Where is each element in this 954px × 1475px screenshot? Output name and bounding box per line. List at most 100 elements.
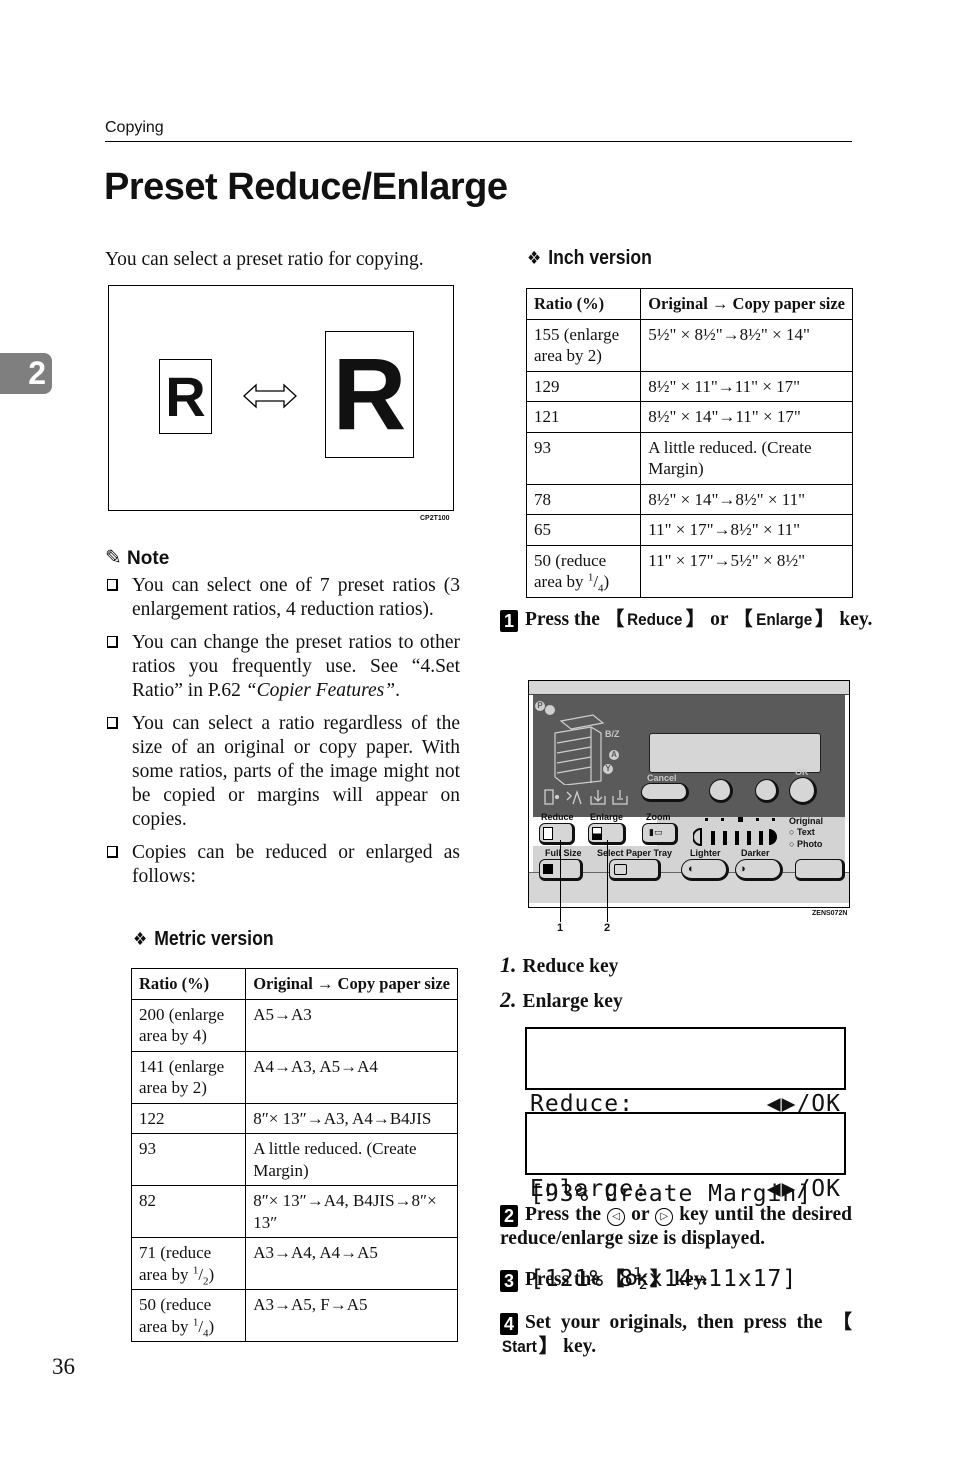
checkbox-bullet-icon: [107, 717, 118, 729]
tray-label-a: A: [609, 750, 619, 760]
column-header-size: Original → Copy paper size: [640, 288, 853, 320]
table-row: 50 (reduce area by 1/4) 11" × 17"→5½" × 8…: [525, 544, 853, 598]
step-2: 2 Press the ◁ or ▷ key until the desired …: [500, 1204, 852, 1249]
callout-number-1: 1: [557, 922, 564, 934]
page-number: 36: [52, 1354, 75, 1379]
original-type-button[interactable]: [795, 859, 845, 881]
table-row: 200 (enlarge area by 4) A5→A3: [130, 998, 458, 1052]
callout-line-1: [560, 840, 561, 922]
reduce-key-label: Reduce: [627, 610, 683, 629]
intro-text: You can select a preset ratio for copyin…: [105, 249, 424, 270]
reduce-button[interactable]: [539, 823, 575, 845]
copier-features-link[interactable]: “Copier Features”: [246, 680, 395, 701]
density-dot: [755, 818, 759, 821]
step-number-badge: 3: [500, 1270, 518, 1292]
zoom-button[interactable]: ▮▭: [642, 823, 678, 845]
metric-ratio-table: Ratio (%) Original → Copy paper size 200…: [130, 968, 458, 1342]
start-key-label: Start: [501, 1337, 537, 1356]
note-item: You can select one of 7 preset ratios (3…: [105, 574, 460, 622]
right-arrow-key-icon: ▷: [655, 1208, 674, 1226]
note-item: You can select a ratio regardless of the…: [105, 712, 460, 832]
large-r-letter: R: [332, 337, 407, 451]
table-row: 50 (reduce area by 1/4) A3→A5, F→A5: [130, 1289, 458, 1342]
legend-item: 1. Reduce key: [500, 952, 619, 977]
reduce-enlarge-figure: R R: [108, 285, 454, 511]
pencil-icon: ✎: [105, 547, 122, 569]
control-panel-illustration: P B/Z A Y Cancel OK Reduce Enlarge Zoom …: [528, 680, 850, 908]
cancel-label: Cancel: [647, 773, 677, 783]
enlarge-label: Enlarge: [590, 812, 624, 822]
step-number-badge: 4: [500, 1313, 518, 1335]
panel-figure-code: ZENS072N: [812, 910, 848, 917]
ok-key-label: OK: [625, 1270, 649, 1289]
table-row: 93 A little reduced. (Create Margin): [525, 431, 853, 485]
darker-icon: ◑: [739, 863, 746, 875]
full-size-label: Full Size: [545, 848, 582, 858]
running-head: Copying: [105, 119, 164, 136]
reduce-display-screen: Reduce: ◀▶/OK [93% Create Margin]: [525, 1027, 846, 1207]
status-indicator-icons: [544, 789, 628, 805]
note-heading: ✎ Note: [105, 545, 169, 570]
ok-label: OK: [795, 767, 809, 777]
tray-label-y: Y: [603, 764, 613, 774]
checkbox-bullet-icon: [107, 846, 118, 858]
column-header-size: Original → Copy paper size: [245, 968, 458, 1000]
large-page: R: [325, 331, 414, 458]
darker-button[interactable]: ◑: [735, 859, 783, 881]
note-heading-text: Note: [127, 548, 170, 569]
tray-icon: [614, 864, 627, 875]
checkbox-bullet-icon: [107, 579, 118, 591]
lighter-icon: ◐: [688, 863, 695, 875]
select-paper-tray-button[interactable]: [609, 859, 661, 881]
table-row: 122 8″× 13″→A3, A4→B4JIS: [130, 1102, 458, 1134]
table-row: 71 (reduce area by 1/2) A3→A4, A4→A5: [130, 1237, 458, 1290]
lighter-button[interactable]: ◐: [681, 859, 729, 881]
legend-item: 2. Enlarge key: [500, 987, 623, 1012]
enlarge-display-screen: Enlarge: ◀▶/OK [121% 8½x14→11x17]: [525, 1112, 846, 1292]
inch-version-heading: ❖ Inch version: [527, 247, 652, 269]
inch-ratio-table: Ratio (%) Original → Copy paper size 155…: [525, 288, 853, 598]
panel-dark-area: P B/Z A Y Cancel OK: [533, 695, 845, 817]
double-arrow-icon: [243, 383, 297, 409]
original-label: Original: [789, 816, 824, 826]
table-row: 78 8½" × 14"→8½" × 11": [525, 483, 853, 515]
page-title: Preset Reduce/Enlarge: [104, 166, 508, 208]
callout-number-2: 2: [604, 922, 611, 934]
original-photo-option: ○ Photo: [789, 839, 823, 849]
density-dot: [721, 818, 725, 821]
select-paper-tray-label: Select Paper Tray: [597, 848, 673, 858]
diamond-bullet-icon: ❖: [133, 929, 148, 949]
right-arrow-button[interactable]: [755, 779, 779, 803]
diamond-bullet-icon: ❖: [527, 248, 542, 268]
full-size-button[interactable]: [539, 859, 583, 881]
step-1: 1 Press the 【Reduce】 or 【Enlarge】 key.: [500, 608, 872, 632]
full-size-icon: [543, 864, 553, 874]
note-item: Copies can be reduced or enlarged as fol…: [105, 841, 460, 889]
zoom-icon: ▮▭: [649, 828, 663, 838]
column-header-ratio: Ratio (%): [130, 968, 247, 1000]
density-dot: [705, 818, 708, 821]
callout-line-2: [607, 840, 608, 922]
metric-version-heading: ❖ Metric version: [133, 928, 274, 950]
table-row: 155 (enlarge area by 2) 5½" × 8½"→8½" × 1…: [525, 318, 853, 372]
table-header-row: Ratio (%) Original → Copy paper size: [525, 288, 853, 320]
ok-button[interactable]: [789, 777, 817, 805]
table-row: 141 (enlarge area by 2) A4→A3, A5→A4: [130, 1050, 458, 1104]
small-page: R: [159, 359, 212, 434]
left-arrow-button[interactable]: [709, 779, 733, 803]
step-3: 3 Press the 【OK】 key.: [500, 1268, 707, 1292]
header-rule: [105, 141, 852, 142]
step-number-badge: 1: [500, 610, 518, 632]
note-item: You can change the preset ratios to othe…: [105, 631, 460, 703]
table-header-row: Ratio (%) Original → Copy paper size: [130, 968, 458, 1000]
density-dot-active: [737, 817, 743, 822]
density-dot: [772, 818, 775, 821]
table-row: 129 8½" × 11"→11" × 17": [525, 370, 853, 402]
step-4: 4 Set your originals, then press the 【Sta…: [500, 1312, 852, 1357]
cancel-button[interactable]: [641, 783, 689, 802]
darker-label: Darker: [741, 848, 770, 858]
table-row: 93 A little reduced. (Create Margin): [130, 1133, 458, 1186]
column-header-ratio: Ratio (%): [525, 288, 642, 320]
step-number-badge: 2: [500, 1205, 518, 1227]
enlarge-key-label: Enlarge: [755, 610, 812, 629]
